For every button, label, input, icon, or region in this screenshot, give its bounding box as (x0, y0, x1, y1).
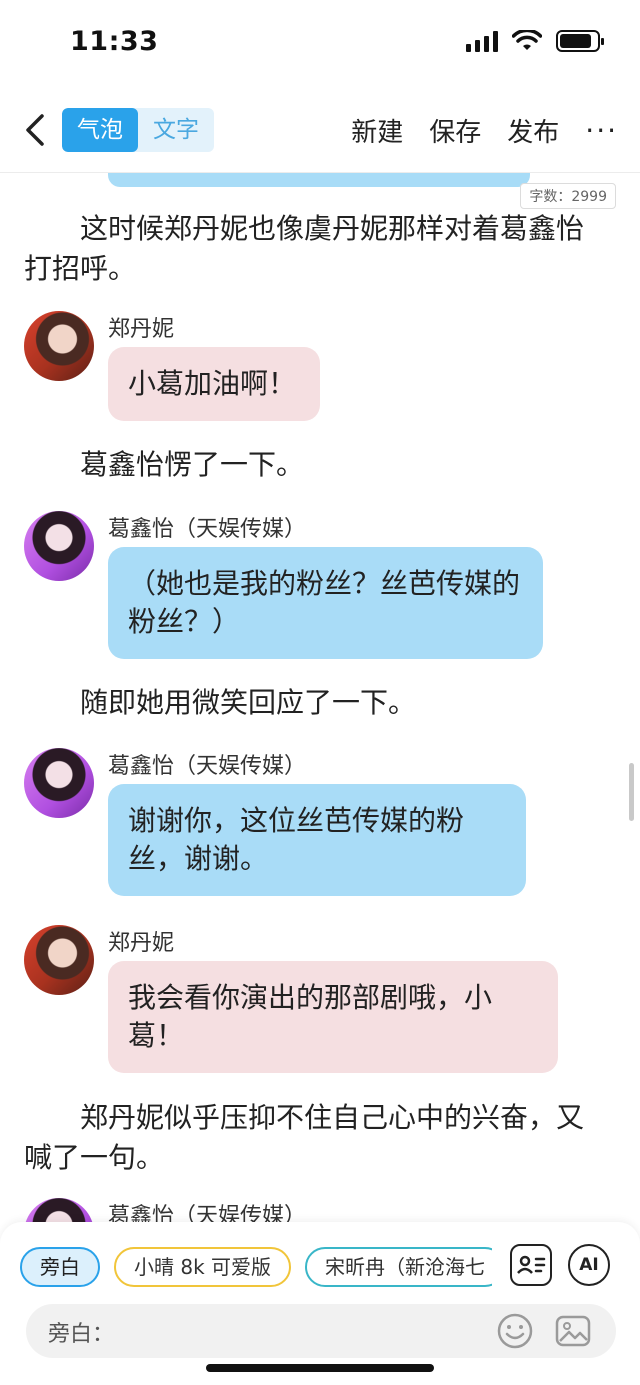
tab-bubble[interactable]: 气泡 (62, 108, 138, 152)
new-button[interactable]: 新建 (351, 112, 403, 149)
narration-line[interactable]: 葛鑫怡愣了一下。 (24, 445, 604, 485)
ai-button[interactable]: AI (568, 1244, 610, 1286)
status-icons (466, 30, 604, 52)
scrollbar[interactable] (629, 763, 634, 821)
message-bubble[interactable]: 我会看你演出的那部剧哦，小葛！ (108, 961, 558, 1073)
save-button[interactable]: 保存 (429, 112, 481, 149)
top-nav: 气泡 文字 新建 保存 发布 ··· (0, 100, 640, 164)
status-time: 11:33 (70, 26, 159, 57)
image-icon[interactable] (554, 1312, 592, 1350)
sender-name: 葛鑫怡（天娱传媒） (108, 1204, 307, 1223)
publish-button[interactable]: 发布 (507, 112, 559, 149)
contact-card-icon[interactable] (510, 1244, 552, 1286)
more-icon[interactable]: ··· (585, 114, 618, 147)
avatar[interactable] (24, 311, 94, 381)
role-chip[interactable]: 小晴 8k 可爱版 (114, 1247, 292, 1287)
wifi-icon (512, 30, 542, 50)
input-role-label: 旁白： (48, 1322, 115, 1347)
input-row: 旁白： (26, 1304, 616, 1358)
chat-message[interactable]: 葛鑫怡（天娱传媒） （她也是我的粉丝？丝芭传媒的粉丝？） (24, 511, 624, 661)
sender-name: 葛鑫怡（天娱传媒） (108, 754, 307, 779)
narration-line[interactable]: 郑丹妮似乎压抑不住自己心中的兴奋，又喊了一句。 (24, 1098, 604, 1178)
home-indicator (206, 1364, 434, 1372)
role-chip-narrator[interactable]: 旁白 (20, 1247, 100, 1287)
battery-level (560, 34, 591, 48)
avatar[interactable] (24, 511, 94, 581)
nav-actions: 新建 保存 发布 ··· (351, 112, 618, 149)
chat-message[interactable]: 郑丹妮 我会看你演出的那部剧哦，小葛！ (24, 925, 624, 1075)
chat-message[interactable]: 葛鑫怡（天娱传媒） (24, 1198, 624, 1223)
role-chip[interactable]: 宋昕冉（新沧海七 (305, 1247, 492, 1287)
message-bubble[interactable]: （她也是我的粉丝？丝芭传媒的粉丝？） (108, 547, 543, 659)
composer-panel: 旁白 小晴 8k 可爱版 宋昕冉（新沧海七 AI 旁白： (0, 1222, 640, 1385)
previous-bubble[interactable] (108, 173, 530, 187)
avatar[interactable] (24, 748, 94, 818)
sender-name: 葛鑫怡（天娱传媒） (108, 517, 307, 542)
narration-line[interactable]: 随即她用微笑回应了一下。 (24, 683, 604, 723)
signal-icon (466, 30, 498, 52)
chat-message[interactable]: 葛鑫怡（天娱传媒） 谢谢你，这位丝芭传媒的粉丝，谢谢。 (24, 748, 624, 898)
avatar[interactable] (24, 1198, 94, 1223)
back-icon[interactable] (18, 110, 58, 150)
contact-card-icon-glyph (517, 1255, 546, 1274)
message-input[interactable] (110, 1312, 480, 1350)
battery-icon (556, 30, 604, 52)
word-count: 字数：2999 (520, 183, 616, 209)
message-bubble[interactable]: 谢谢你，这位丝芭传媒的粉丝，谢谢。 (108, 784, 526, 896)
avatar[interactable] (24, 925, 94, 995)
sender-name: 郑丹妮 (108, 317, 175, 342)
sender-name: 郑丹妮 (108, 931, 175, 956)
status-bar: 11:33 (0, 0, 640, 90)
message-bubble[interactable]: 小葛加油啊！ (108, 347, 320, 421)
narration-line[interactable]: 这时候郑丹妮也像虞丹妮那样对着葛鑫怡打招呼。 (24, 209, 604, 289)
tab-text[interactable]: 文字 (138, 108, 214, 152)
mode-switch: 气泡 文字 (62, 108, 214, 152)
story-content[interactable]: 字数：2999 这时候郑丹妮也像虞丹妮那样对着葛鑫怡打招呼。 郑丹妮 小葛加油啊… (0, 173, 640, 1223)
chat-message[interactable]: 郑丹妮 小葛加油啊！ (24, 311, 624, 431)
role-selector: 旁白 小晴 8k 可爱版 宋昕冉（新沧海七 (20, 1247, 492, 1287)
smile-icon[interactable] (496, 1312, 534, 1350)
